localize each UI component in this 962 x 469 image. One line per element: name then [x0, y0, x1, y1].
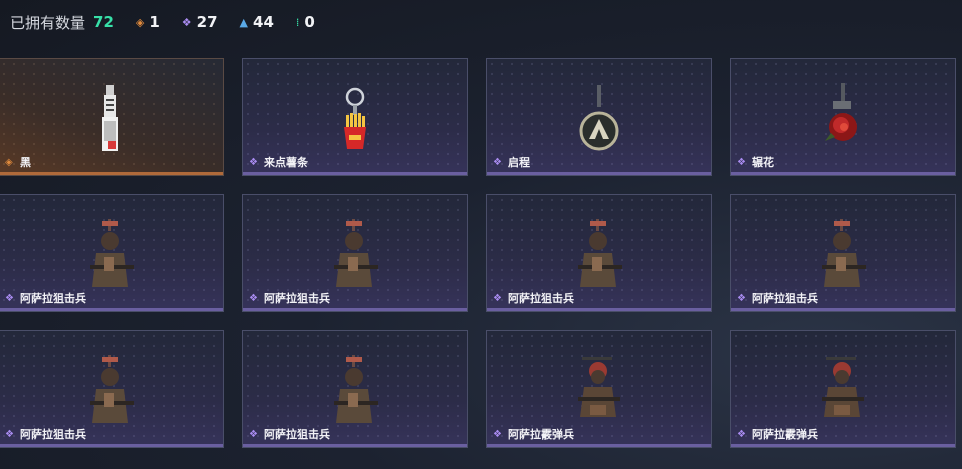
purple-diamond-icon: ❖	[249, 429, 258, 440]
stat-purple: ❖ 27	[182, 13, 218, 31]
sniper-figure-icon	[90, 219, 134, 287]
item-name: 阿萨拉狙击兵	[20, 428, 86, 441]
item-name: 阿萨拉霰弹兵	[508, 428, 574, 441]
item-card[interactable]: ❖ 阿萨拉狙击兵	[0, 330, 224, 448]
stat-blue-count: 44	[253, 13, 274, 31]
purple-diamond-icon: ❖	[181, 15, 192, 29]
item-card[interactable]: ❖ 阿萨拉狙击兵	[0, 194, 224, 312]
owned-count-label: 已拥有数量	[10, 13, 86, 32]
orange-diamond-icon: ◈	[5, 157, 13, 168]
purple-diamond-icon: ❖	[493, 157, 502, 168]
rarity-bar	[487, 172, 711, 175]
stat-green: ⁞ 0	[296, 13, 315, 31]
tag-charm-icon	[102, 85, 118, 151]
rarity-bar	[731, 444, 955, 447]
rarity-bar	[487, 308, 711, 311]
rarity-bar	[0, 308, 223, 311]
item-card[interactable]: ❖ 阿萨拉狙击兵	[242, 194, 468, 312]
purple-diamond-icon: ❖	[249, 157, 258, 168]
rarity-bar	[731, 308, 955, 311]
medal-charm-icon	[579, 85, 619, 151]
purple-diamond-icon: ❖	[737, 429, 746, 440]
rarity-bar	[243, 444, 467, 447]
stat-green-count: 0	[304, 13, 315, 31]
item-name: 辗花	[752, 156, 774, 169]
item-card[interactable]: ❖ 启程	[486, 58, 712, 176]
stat-orange-count: 1	[149, 13, 160, 31]
item-name: 阿萨拉霰弹兵	[752, 428, 818, 441]
green-dots-icon: ⁞	[295, 15, 300, 29]
purple-diamond-icon: ❖	[5, 429, 14, 440]
sniper-figure-icon	[90, 355, 134, 423]
purple-diamond-icon: ❖	[737, 157, 746, 168]
orange-diamond-icon: ◈	[135, 15, 145, 29]
item-card[interactable]: ❖ 来点薯条	[242, 58, 468, 176]
item-name: 阿萨拉狙击兵	[264, 428, 330, 441]
sniper-figure-icon	[822, 219, 866, 287]
item-card[interactable]: ❖ 阿萨拉狙击兵	[486, 194, 712, 312]
blue-chevron-icon: ▲	[239, 15, 249, 29]
owned-count-value: 72	[93, 13, 114, 31]
item-name: 黑	[20, 156, 31, 169]
item-card[interactable]: ❖ 阿萨拉狙击兵	[242, 330, 468, 448]
item-card[interactable]: ❖ 阿萨拉霰弹兵	[486, 330, 712, 448]
shotgun-figure-icon	[578, 357, 620, 417]
sniper-figure-icon	[334, 219, 378, 287]
collection-header: 已拥有数量 72 ◈ 1 ❖ 27 ▲ 44 ⁞ 0	[10, 10, 337, 34]
item-name: 阿萨拉狙击兵	[264, 292, 330, 305]
item-name: 启程	[508, 156, 530, 169]
fries-charm-icon	[344, 87, 366, 149]
stat-blue: ▲ 44	[240, 13, 274, 31]
rarity-bar	[243, 308, 467, 311]
item-card[interactable]: ❖ 阿萨拉霰弹兵	[730, 330, 956, 448]
stat-orange: ◈ 1	[136, 13, 160, 31]
item-name: 阿萨拉狙击兵	[752, 292, 818, 305]
rarity-bar	[0, 172, 223, 175]
rarity-bar	[487, 444, 711, 447]
item-card[interactable]: ◈ 黑	[0, 58, 224, 176]
sniper-figure-icon	[578, 219, 622, 287]
rarity-bar	[243, 172, 467, 175]
purple-diamond-icon: ❖	[5, 293, 14, 304]
purple-diamond-icon: ❖	[249, 293, 258, 304]
rarity-bar	[0, 444, 223, 447]
item-card[interactable]: ❖ 阿萨拉狙击兵	[730, 194, 956, 312]
rarity-bar	[731, 172, 955, 175]
rose-charm-icon	[825, 83, 857, 141]
purple-diamond-icon: ❖	[493, 293, 502, 304]
item-name: 来点薯条	[264, 156, 308, 169]
purple-diamond-icon: ❖	[493, 429, 502, 440]
shotgun-figure-icon	[822, 357, 864, 417]
item-name: 阿萨拉狙击兵	[508, 292, 574, 305]
stat-purple-count: 27	[196, 13, 218, 31]
item-name: 阿萨拉狙击兵	[20, 292, 86, 305]
item-card[interactable]: ❖ 辗花	[730, 58, 956, 176]
sniper-figure-icon	[334, 355, 378, 423]
purple-diamond-icon: ❖	[737, 293, 746, 304]
